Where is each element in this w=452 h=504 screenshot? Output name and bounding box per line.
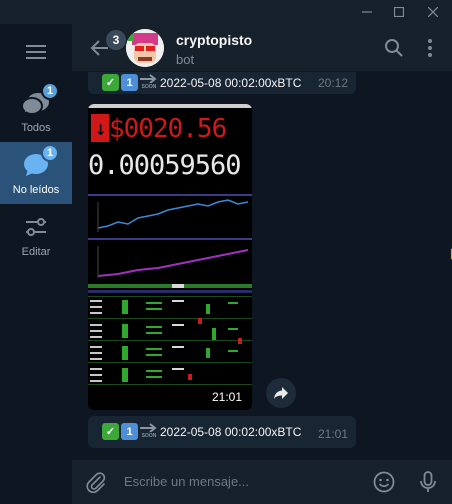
media-top-bar (88, 104, 252, 108)
paperclip-icon (86, 472, 106, 493)
avatar[interactable] (126, 29, 164, 67)
message-time: 21:01 (318, 427, 349, 441)
message-text: 2022-05-08 00:02:00xBTC (160, 424, 302, 439)
close-icon (428, 7, 438, 17)
check-mark-emoji: ✓ (102, 423, 119, 440)
price-display: ↓ $0020.56 (91, 114, 227, 144)
chat-header: 3 cryptopisto bot (72, 24, 452, 72)
keycap-one-emoji: 1 (121, 423, 138, 440)
unread-badge: 1 (41, 144, 59, 162)
ticker-graphic (88, 194, 252, 385)
video-duration: 21:01 (211, 390, 242, 404)
amount-display: 0.00059560 (88, 150, 242, 181)
folder-label: Todos (21, 122, 51, 134)
window-titlebar (0, 0, 452, 24)
attach-button[interactable] (84, 470, 108, 494)
search-icon (385, 39, 403, 57)
chat-bubble-icon: 1 (21, 144, 59, 180)
maximize-icon (394, 7, 404, 17)
minimize-button[interactable] (352, 0, 382, 24)
minimize-icon (362, 11, 372, 13)
microphone-icon (420, 471, 436, 492)
message-time: 20:12 (318, 76, 349, 90)
vertical-dots-icon (428, 39, 432, 57)
hamburger-icon (26, 45, 46, 59)
folder-todos[interactable]: 1 Todos (0, 80, 72, 142)
check-mark-emoji: ✓ (102, 74, 119, 91)
video-thumbnail[interactable]: ↓ $0020.56 0.00059560 21:01 (88, 104, 252, 410)
soon-arrow-emoji: SOON (140, 423, 158, 440)
sliders-icon (21, 212, 51, 242)
more-options-button[interactable] (420, 38, 440, 58)
chat-title[interactable]: cryptopisto (176, 32, 252, 48)
message-input[interactable]: Escribe un mensaje... (124, 474, 249, 489)
folder-label: Editar (21, 246, 51, 258)
soon-arrow-emoji: SOON (140, 74, 158, 91)
folder-no-leidos[interactable]: 1 No leídos (0, 142, 72, 204)
message-text-line: ✓ 1 SOON 2022-05-08 00:02:00xBTC (102, 423, 301, 440)
chat-bubbles-icon: 1 (21, 82, 59, 118)
forward-button[interactable] (266, 378, 296, 408)
chat-subtitle: bot (176, 52, 195, 67)
unread-count-badge: 3 (106, 30, 126, 50)
voice-message-button[interactable] (416, 470, 440, 494)
message-bubble[interactable]: ✓ 1 SOON 2022-05-08 00:02:00xBTC 20:12 (88, 72, 356, 94)
message-text: 2022-05-08 00:02:00xBTC (160, 75, 302, 90)
close-window-button[interactable] (418, 0, 448, 24)
message-bubble[interactable]: ✓ 1 SOON 2022-05-08 00:02:00xBTC 21:01 (88, 416, 356, 448)
folder-label: No leídos (12, 184, 60, 196)
message-text-line: ✓ 1 SOON 2022-05-08 00:02:00xBTC (102, 74, 301, 91)
share-arrow-icon (274, 387, 288, 399)
smiley-icon (373, 471, 395, 493)
emoji-button[interactable] (372, 470, 396, 494)
message-list[interactable]: ✓ 1 SOON 2022-05-08 00:02:00xBTC 20:12 ↓… (72, 72, 452, 460)
message-composer: Escribe un mensaje... (72, 460, 452, 504)
unread-badge: 1 (41, 82, 59, 100)
folders-sidebar: 1 Todos 1 No leídos Editar (0, 24, 72, 504)
arrow-down-icon: ↓ (91, 114, 109, 142)
maximize-button[interactable] (384, 0, 414, 24)
search-button[interactable] (384, 38, 404, 58)
main-menu-button[interactable] (0, 24, 72, 80)
keycap-one-emoji: 1 (121, 74, 138, 91)
folder-editar[interactable]: Editar (0, 204, 72, 266)
